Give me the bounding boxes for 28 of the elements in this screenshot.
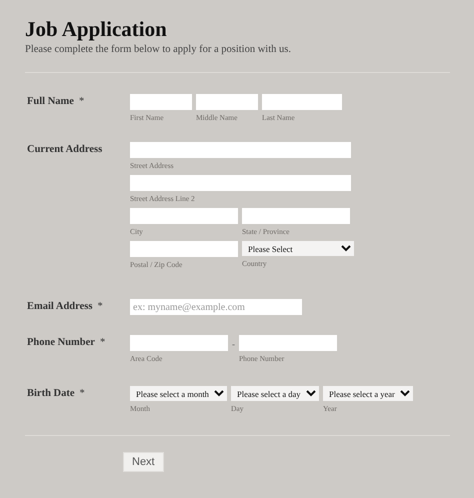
dropdown[interactable]: Please select a day bbox=[231, 386, 319, 401]
form-description: Please complete the form below to apply for a position with us. bbox=[25, 44, 292, 55]
separator-dash: - bbox=[232, 338, 235, 349]
input-field[interactable] bbox=[130, 142, 351, 158]
input-field[interactable] bbox=[196, 94, 258, 110]
input-field[interactable] bbox=[130, 335, 228, 351]
input-field[interactable] bbox=[239, 335, 337, 351]
input-field[interactable] bbox=[130, 241, 238, 257]
field-label: Email Address bbox=[27, 301, 92, 312]
required-mark: * bbox=[78, 96, 84, 107]
dropdown[interactable]: Please Select bbox=[242, 241, 354, 256]
next-button[interactable]: Next bbox=[123, 452, 164, 472]
field-label: Current Address bbox=[27, 144, 102, 155]
required-mark: * bbox=[80, 388, 85, 399]
input-field[interactable] bbox=[242, 208, 350, 224]
input-field[interactable]: ex: myname@example.com bbox=[130, 299, 302, 315]
field-label: Full Name bbox=[27, 96, 74, 107]
dropdown[interactable]: Please select a year bbox=[323, 386, 413, 401]
field-label: Birth Date bbox=[27, 388, 75, 399]
required-mark: * bbox=[100, 337, 106, 348]
input-field[interactable] bbox=[130, 175, 351, 191]
input-field[interactable] bbox=[130, 94, 192, 110]
input-field[interactable] bbox=[130, 208, 238, 224]
field-label: Phone Number bbox=[27, 337, 95, 348]
dropdown[interactable]: Please select a month bbox=[130, 386, 227, 401]
form-title: Job Application bbox=[25, 16, 168, 42]
required-mark: * bbox=[97, 301, 103, 312]
input-field[interactable] bbox=[262, 94, 342, 110]
